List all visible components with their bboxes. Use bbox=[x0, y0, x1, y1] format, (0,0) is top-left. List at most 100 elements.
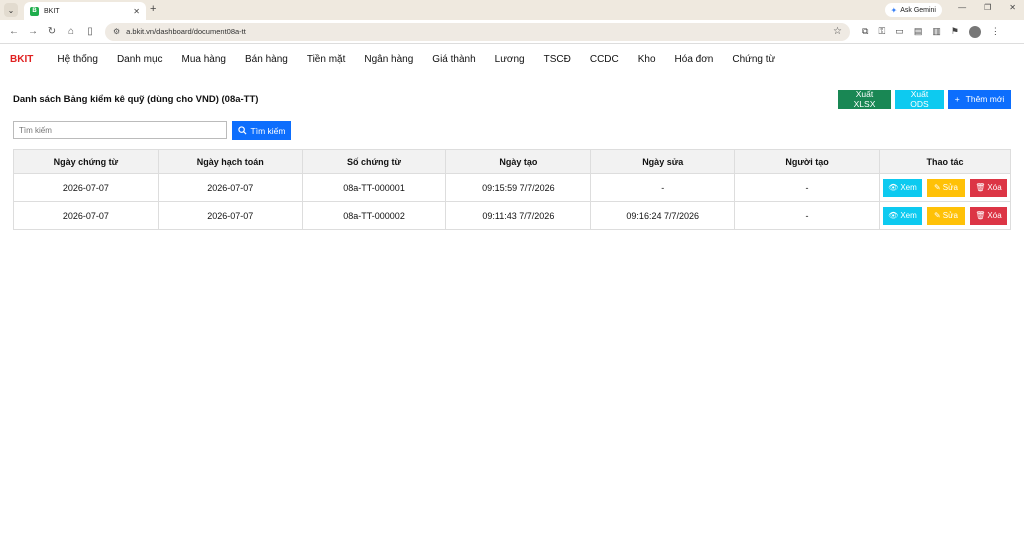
forward-icon[interactable]: → bbox=[25, 26, 41, 37]
trash-icon: 🗑 bbox=[975, 183, 986, 192]
new-tab-button[interactable]: + bbox=[150, 3, 156, 15]
browser-tab[interactable]: B BKIT ✕ bbox=[24, 2, 146, 20]
view-button[interactable]: 👁 Xem bbox=[882, 178, 922, 197]
menu-item-ban-hang[interactable]: Bán hàng bbox=[245, 54, 288, 65]
tab-title: BKIT bbox=[44, 7, 60, 15]
reading-list-icon[interactable]: ▤ bbox=[914, 26, 923, 37]
home-icon[interactable]: ⌂ bbox=[63, 26, 79, 37]
key-icon[interactable]: ⚿ bbox=[878, 26, 885, 37]
delete-label: Xóa bbox=[987, 183, 1002, 192]
pencil-icon: ✎ bbox=[934, 211, 941, 220]
extensions-icon[interactable]: ⧉ bbox=[862, 26, 868, 37]
menu-item-hoa-don[interactable]: Hóa đơn bbox=[675, 54, 714, 65]
toolbar-extensions: ⧉ ⚿ ▭ ▤ ▥ ⚑ ⋮ bbox=[862, 25, 1000, 38]
col-ngay-chung-tu[interactable]: Ngày chứng từ bbox=[13, 149, 159, 174]
search-icon bbox=[237, 126, 247, 135]
plus-icon: + bbox=[954, 94, 960, 104]
card-icon[interactable]: ▭ bbox=[895, 26, 904, 37]
edit-button[interactable]: ✎ Sửa bbox=[926, 178, 965, 197]
extension-puzzle-icon[interactable]: ⚑ bbox=[951, 26, 959, 37]
more-menu-icon[interactable]: ⋮ bbox=[991, 26, 1000, 37]
col-ngay-sua[interactable]: Ngày sửa bbox=[590, 149, 736, 174]
view-label: Xem bbox=[900, 183, 917, 192]
cell-ngay-hach-toan: 2026-07-07 bbox=[157, 173, 303, 202]
col-nguoi-tao[interactable]: Người tạo bbox=[734, 149, 880, 174]
split-view-icon[interactable]: ▯ bbox=[82, 26, 98, 37]
close-window-icon[interactable]: ✕ bbox=[1009, 3, 1016, 12]
cell-ngay-hach-toan: 2026-07-07 bbox=[157, 201, 303, 230]
view-button[interactable]: 👁 Xem bbox=[882, 206, 922, 225]
browser-tabbar: ⌄ B BKIT ✕ + ✦ Ask Gemini — ❐ ✕ bbox=[0, 0, 1024, 20]
ask-gemini-button[interactable]: ✦ Ask Gemini bbox=[884, 3, 942, 17]
add-new-button[interactable]: + Thêm mới bbox=[948, 89, 1011, 109]
table-row: 2026-07-07 2026-07-07 08a-TT-000002 09:1… bbox=[13, 201, 1012, 230]
menu-item-ccdc[interactable]: CCDC bbox=[590, 54, 619, 65]
cell-actions: 👁 Xem ✎ Sửa 🗑 Xóa bbox=[878, 173, 1012, 202]
reload-icon[interactable]: ↻ bbox=[44, 26, 60, 37]
minimize-icon[interactable]: — bbox=[958, 3, 966, 12]
export-ods-button[interactable]: Xuất ODS bbox=[895, 89, 944, 109]
search-button-label: Tìm kiếm bbox=[250, 125, 286, 136]
cell-so-chung-tu: 08a-TT-000002 bbox=[301, 201, 447, 230]
menu-item-kho[interactable]: Kho bbox=[638, 54, 656, 65]
page-header: Danh sách Bảng kiểm kê quỹ (dùng cho VND… bbox=[13, 88, 1011, 110]
cell-ngay-tao: 09:15:59 7/7/2026 bbox=[445, 173, 592, 202]
profile-avatar[interactable] bbox=[968, 25, 981, 38]
table-row: 2026-07-07 2026-07-07 08a-TT-000001 09:1… bbox=[13, 173, 1012, 202]
documents-table: Ngày chứng từ Ngày hạch toán Số chứng từ… bbox=[13, 149, 1012, 230]
col-ngay-hach-toan[interactable]: Ngày hạch toán bbox=[157, 149, 303, 174]
edit-button[interactable]: ✎ Sửa bbox=[926, 206, 965, 225]
ask-gemini-label: Ask Gemini bbox=[900, 6, 936, 14]
app-navbar: BKIT Hệ thống Danh mục Mua hàng Bán hàng… bbox=[0, 44, 1024, 74]
pencil-icon: ✎ bbox=[934, 183, 941, 192]
col-ngay-tao[interactable]: Ngày tạo bbox=[445, 149, 592, 174]
search-row: Tìm kiếm bbox=[13, 121, 291, 140]
address-bar[interactable]: ⚙ a.bkit.vn/dashboard/document08a-tt ☆ bbox=[105, 22, 850, 41]
edit-label: Sửa bbox=[942, 183, 958, 192]
bookmark-star-icon[interactable]: ☆ bbox=[833, 26, 842, 37]
site-info-icon[interactable]: ⚙ bbox=[113, 27, 120, 36]
delete-button[interactable]: 🗑 Xóa bbox=[969, 178, 1007, 197]
delete-button[interactable]: 🗑 Xóa bbox=[969, 206, 1007, 225]
cell-nguoi-tao: - bbox=[734, 201, 880, 230]
table-header-row: Ngày chứng từ Ngày hạch toán Số chứng từ… bbox=[13, 149, 1012, 174]
search-input[interactable] bbox=[13, 121, 227, 139]
menu-item-tien-mat[interactable]: Tiền mặt bbox=[307, 54, 346, 65]
url-text: a.bkit.vn/dashboard/document08a-tt bbox=[126, 27, 246, 36]
eye-icon: 👁 bbox=[888, 211, 899, 220]
edit-label: Sửa bbox=[942, 211, 958, 220]
back-icon[interactable]: ← bbox=[6, 26, 22, 37]
restore-icon[interactable]: ❐ bbox=[984, 3, 991, 12]
cell-ngay-chung-tu: 2026-07-07 bbox=[13, 173, 159, 202]
col-so-chung-tu[interactable]: Số chứng từ bbox=[301, 149, 447, 174]
menu-item-gia-thanh[interactable]: Giá thành bbox=[432, 54, 475, 65]
export-xlsx-button[interactable]: Xuất XLSX bbox=[838, 89, 891, 109]
menu-item-chung-tu[interactable]: Chứng từ bbox=[732, 54, 775, 65]
sidebar-icon[interactable]: ▥ bbox=[932, 26, 941, 37]
favicon: B bbox=[30, 6, 39, 16]
add-new-label: Thêm mới bbox=[965, 94, 1005, 104]
page-title: Danh sách Bảng kiểm kê quỹ (dùng cho VND… bbox=[13, 93, 259, 105]
brand-logo[interactable]: BKIT bbox=[10, 54, 33, 65]
menu-item-tscd[interactable]: TSCĐ bbox=[544, 54, 571, 65]
browser-toolbar: ← → ↻ ⌂ ▯ ⚙ a.bkit.vn/dashboard/document… bbox=[0, 20, 1024, 44]
menu-item-danh-muc[interactable]: Danh mục bbox=[117, 54, 163, 65]
tab-close-icon[interactable]: ✕ bbox=[133, 7, 140, 16]
window-controls: — ❐ ✕ bbox=[958, 3, 1016, 12]
tab-search-button[interactable]: ⌄ bbox=[4, 3, 18, 17]
menu-item-mua-hang[interactable]: Mua hàng bbox=[182, 54, 226, 65]
col-thao-tac: Thao tác bbox=[878, 149, 1012, 174]
menu-item-luong[interactable]: Lương bbox=[495, 54, 525, 65]
cell-ngay-chung-tu: 2026-07-07 bbox=[13, 201, 159, 230]
cell-ngay-sua: - bbox=[590, 173, 736, 202]
view-label: Xem bbox=[900, 211, 917, 220]
search-button[interactable]: Tìm kiếm bbox=[232, 121, 291, 140]
cell-so-chung-tu: 08a-TT-000001 bbox=[301, 173, 447, 202]
eye-icon: 👁 bbox=[888, 183, 899, 192]
menu-item-ngan-hang[interactable]: Ngân hàng bbox=[364, 54, 413, 65]
cell-ngay-sua: 09:16:24 7/7/2026 bbox=[590, 201, 736, 230]
header-actions: Xuất XLSX Xuất ODS + Thêm mới bbox=[838, 89, 1011, 109]
menu-item-he-thong[interactable]: Hệ thống bbox=[57, 54, 98, 65]
trash-icon: 🗑 bbox=[975, 211, 986, 220]
cell-nguoi-tao: - bbox=[734, 173, 880, 202]
